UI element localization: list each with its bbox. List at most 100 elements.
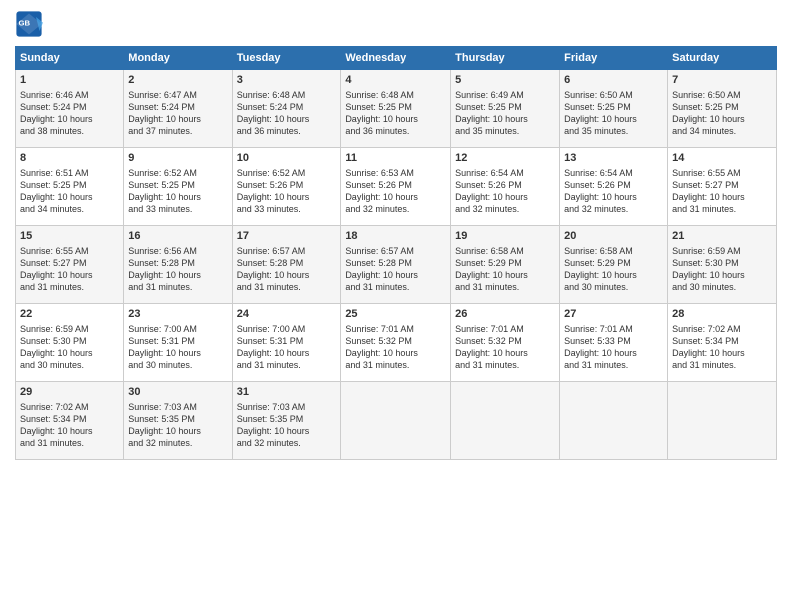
logo: GB [15, 10, 45, 38]
day-info: Sunset: 5:35 PM [237, 413, 337, 425]
day-info: Sunset: 5:27 PM [672, 179, 772, 191]
day-info: Sunset: 5:33 PM [564, 335, 663, 347]
logo-icon: GB [15, 10, 43, 38]
day-number: 22 [20, 307, 119, 322]
day-info: and 31 minutes. [455, 359, 555, 371]
day-info: Sunrise: 6:51 AM [20, 167, 119, 179]
day-info: Daylight: 10 hours [672, 191, 772, 203]
day-info: Daylight: 10 hours [672, 269, 772, 281]
day-info: and 35 minutes. [564, 125, 663, 137]
day-info: Sunset: 5:28 PM [345, 257, 446, 269]
day-info: Daylight: 10 hours [237, 269, 337, 281]
day-number: 29 [20, 385, 119, 400]
day-info: Daylight: 10 hours [455, 269, 555, 281]
day-info: Sunset: 5:34 PM [20, 413, 119, 425]
header: GB [15, 10, 777, 38]
day-info: and 30 minutes. [672, 281, 772, 293]
day-number: 25 [345, 307, 446, 322]
day-info: Sunset: 5:25 PM [564, 101, 663, 113]
day-info: Sunset: 5:30 PM [672, 257, 772, 269]
table-cell: 5Sunrise: 6:49 AMSunset: 5:25 PMDaylight… [451, 70, 560, 148]
day-info: Sunrise: 6:53 AM [345, 167, 446, 179]
day-info: and 30 minutes. [128, 359, 227, 371]
svg-text:GB: GB [19, 18, 31, 27]
day-info: Sunrise: 6:52 AM [237, 167, 337, 179]
day-info: Sunset: 5:29 PM [564, 257, 663, 269]
day-info: and 33 minutes. [237, 203, 337, 215]
table-cell: 13Sunrise: 6:54 AMSunset: 5:26 PMDayligh… [560, 148, 668, 226]
day-info: Sunrise: 6:54 AM [564, 167, 663, 179]
table-cell: 11Sunrise: 6:53 AMSunset: 5:26 PMDayligh… [341, 148, 451, 226]
day-info: Sunrise: 7:01 AM [345, 323, 446, 335]
table-cell: 1Sunrise: 6:46 AMSunset: 5:24 PMDaylight… [16, 70, 124, 148]
day-info: and 30 minutes. [20, 359, 119, 371]
day-info: and 32 minutes. [345, 203, 446, 215]
day-info: and 31 minutes. [345, 281, 446, 293]
col-sunday: Sunday [16, 47, 124, 70]
day-info: and 35 minutes. [455, 125, 555, 137]
day-info: and 38 minutes. [20, 125, 119, 137]
day-info: Sunset: 5:24 PM [237, 101, 337, 113]
day-info: Sunset: 5:26 PM [237, 179, 337, 191]
day-info: Daylight: 10 hours [564, 347, 663, 359]
day-info: Daylight: 10 hours [345, 113, 446, 125]
day-info: and 31 minutes. [564, 359, 663, 371]
day-info: Sunrise: 6:58 AM [564, 245, 663, 257]
day-info: Daylight: 10 hours [20, 113, 119, 125]
col-tuesday: Tuesday [232, 47, 341, 70]
day-info: and 32 minutes. [564, 203, 663, 215]
day-number: 27 [564, 307, 663, 322]
day-info: Daylight: 10 hours [128, 113, 227, 125]
day-number: 24 [237, 307, 337, 322]
day-info: Sunrise: 6:50 AM [672, 89, 772, 101]
day-number: 31 [237, 385, 337, 400]
day-info: and 32 minutes. [128, 437, 227, 449]
day-info: Daylight: 10 hours [237, 191, 337, 203]
table-cell: 10Sunrise: 6:52 AMSunset: 5:26 PMDayligh… [232, 148, 341, 226]
day-info: Sunset: 5:26 PM [564, 179, 663, 191]
day-info: Daylight: 10 hours [237, 113, 337, 125]
table-cell: 29Sunrise: 7:02 AMSunset: 5:34 PMDayligh… [16, 382, 124, 460]
table-cell: 21Sunrise: 6:59 AMSunset: 5:30 PMDayligh… [668, 226, 777, 304]
day-number: 19 [455, 229, 555, 244]
day-info: and 31 minutes. [672, 203, 772, 215]
day-info: Sunset: 5:35 PM [128, 413, 227, 425]
day-number: 3 [237, 73, 337, 88]
col-monday: Monday [124, 47, 232, 70]
table-cell: 3Sunrise: 6:48 AMSunset: 5:24 PMDaylight… [232, 70, 341, 148]
day-info: Sunrise: 7:02 AM [672, 323, 772, 335]
day-info: Daylight: 10 hours [345, 191, 446, 203]
day-info: Sunrise: 6:47 AM [128, 89, 227, 101]
day-info: Sunrise: 6:55 AM [20, 245, 119, 257]
day-number: 15 [20, 229, 119, 244]
day-info: Sunset: 5:25 PM [345, 101, 446, 113]
day-info: and 32 minutes. [455, 203, 555, 215]
day-info: Sunrise: 7:01 AM [455, 323, 555, 335]
day-info: Sunrise: 6:59 AM [20, 323, 119, 335]
calendar-week-row: 22Sunrise: 6:59 AMSunset: 5:30 PMDayligh… [16, 304, 777, 382]
day-info: and 31 minutes. [20, 281, 119, 293]
day-number: 7 [672, 73, 772, 88]
day-info: Daylight: 10 hours [564, 191, 663, 203]
day-number: 28 [672, 307, 772, 322]
day-info: Sunset: 5:28 PM [237, 257, 337, 269]
day-number: 5 [455, 73, 555, 88]
day-info: Sunrise: 7:00 AM [237, 323, 337, 335]
table-cell: 22Sunrise: 6:59 AMSunset: 5:30 PMDayligh… [16, 304, 124, 382]
table-cell: 28Sunrise: 7:02 AMSunset: 5:34 PMDayligh… [668, 304, 777, 382]
table-cell: 2Sunrise: 6:47 AMSunset: 5:24 PMDaylight… [124, 70, 232, 148]
day-info: Sunset: 5:25 PM [672, 101, 772, 113]
day-info: Sunset: 5:31 PM [237, 335, 337, 347]
day-info: Daylight: 10 hours [128, 191, 227, 203]
day-info: Daylight: 10 hours [345, 347, 446, 359]
day-info: Sunset: 5:32 PM [455, 335, 555, 347]
day-info: Sunrise: 6:52 AM [128, 167, 227, 179]
day-number: 20 [564, 229, 663, 244]
day-info: Daylight: 10 hours [345, 269, 446, 281]
table-cell [341, 382, 451, 460]
day-info: Sunrise: 6:57 AM [345, 245, 446, 257]
day-info: and 31 minutes. [345, 359, 446, 371]
day-info: and 32 minutes. [237, 437, 337, 449]
day-number: 1 [20, 73, 119, 88]
calendar-table: Sunday Monday Tuesday Wednesday Thursday… [15, 46, 777, 460]
